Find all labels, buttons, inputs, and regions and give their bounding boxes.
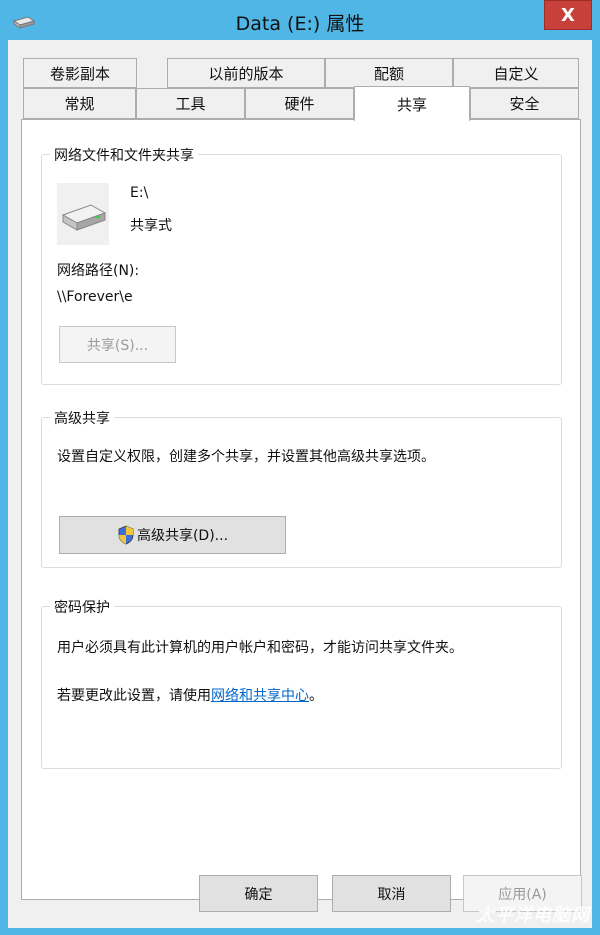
tab-tools[interactable]: 工具: [136, 88, 245, 119]
network-sharing-center-link[interactable]: 网络和共享中心: [211, 688, 309, 704]
dialog-client-area: 卷影副本 以前的版本 配额 自定义 常规 工具 硬件 共享 安全 网络文件和文件…: [8, 40, 592, 928]
advanced-sharing-button[interactable]: 高级共享(D)...: [59, 516, 286, 554]
network-path-value: \\Forever\e: [57, 289, 133, 305]
properties-window: Data (E:) 属性 X 卷影副本 以前的版本 配额 自定义 常规 工具 硬…: [0, 0, 600, 935]
settings-line-suffix: 。: [309, 688, 323, 704]
tab-hardware[interactable]: 硬件: [245, 88, 354, 119]
advanced-sharing-group: 高级共享 设置自定义权限，创建多个共享，并设置其他高级共享选项。 高级共享(D)…: [41, 408, 562, 568]
tab-sharing[interactable]: 共享: [354, 86, 470, 121]
watermark-logo: 太平洋电脑网: [476, 905, 590, 926]
cancel-button[interactable]: 取消: [332, 875, 451, 912]
share-state: 共享式: [130, 218, 172, 234]
tab-customize[interactable]: 自定义: [453, 58, 579, 88]
settings-line-prefix: 若要更改此设置，请使用: [57, 688, 211, 704]
tab-security[interactable]: 安全: [470, 88, 579, 119]
uac-shield-icon: [118, 525, 134, 545]
network-path-label: 网络路径(N):: [57, 263, 140, 279]
network-sharing-group: 网络文件和文件夹共享 E:\ 共享式 网络路径(N): \\Forever\e …: [41, 145, 562, 385]
advanced-sharing-button-label: 高级共享(D)...: [136, 528, 229, 544]
window-title: Data (E:) 属性: [235, 13, 365, 35]
close-button[interactable]: X: [544, 0, 592, 30]
password-protection-settings-line: 若要更改此设置，请使用网络和共享中心。: [57, 685, 323, 705]
network-sharing-title: 网络文件和文件夹共享: [50, 145, 198, 165]
advanced-sharing-title: 高级共享: [50, 408, 114, 428]
tab-quota[interactable]: 配额: [325, 58, 453, 88]
ok-button[interactable]: 确定: [199, 875, 318, 912]
password-protection-description: 用户必须具有此计算机的用户帐户和密码，才能访问共享文件夹。: [57, 640, 463, 656]
tab-shadow-copies[interactable]: 卷影副本: [23, 58, 137, 88]
password-protection-group: 密码保护 用户必须具有此计算机的用户帐户和密码，才能访问共享文件夹。 若要更改此…: [41, 597, 562, 769]
drive-name: E:\: [130, 185, 149, 201]
advanced-sharing-description: 设置自定义权限，创建多个共享，并设置其他高级共享选项。: [57, 449, 435, 465]
tab-previous-versions[interactable]: 以前的版本: [167, 58, 325, 88]
password-protection-title: 密码保护: [50, 597, 114, 617]
share-button[interactable]: 共享(S)...: [59, 326, 176, 363]
drive-icon: [57, 183, 109, 245]
sharing-tab-panel: 网络文件和文件夹共享 E:\ 共享式 网络路径(N): \\Forever\e …: [21, 119, 581, 900]
tab-general[interactable]: 常规: [23, 88, 136, 119]
